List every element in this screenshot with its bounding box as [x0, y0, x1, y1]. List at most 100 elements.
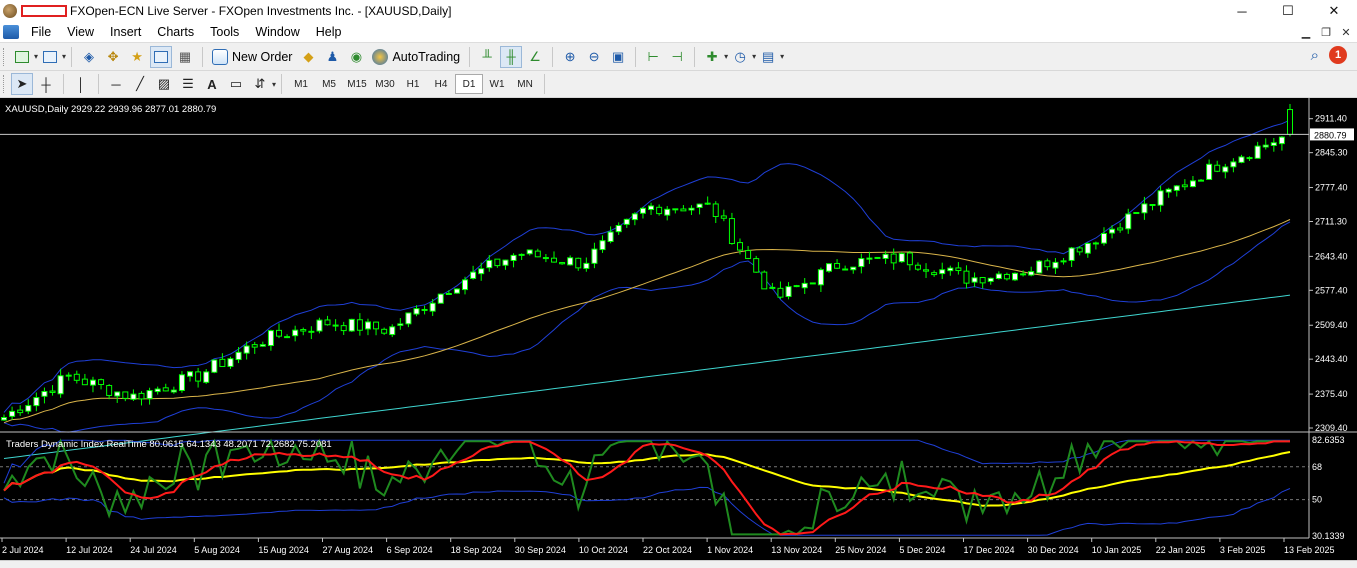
- chart-shift-icon[interactable]: ⊣: [666, 46, 688, 68]
- candle-body: [785, 286, 792, 297]
- market-watch-icon[interactable]: ◈: [78, 46, 100, 68]
- metaeditor-icon[interactable]: ◆: [297, 46, 319, 68]
- new-order-icon: [212, 48, 229, 65]
- chart-window[interactable]: 2880.79 2911.40 2845.30 2777.40 2711.30 2643.…: [0, 98, 1357, 568]
- auto-scroll-icon[interactable]: ⊢: [642, 46, 664, 68]
- menu-view[interactable]: View: [59, 25, 102, 39]
- date-tick-label: 24 Jul 2024: [130, 545, 177, 555]
- date-tick-label: 5 Aug 2024: [194, 545, 240, 555]
- candle-body: [510, 254, 517, 261]
- indicators-dropdown-icon[interactable]: ▾: [724, 52, 728, 61]
- periods-dropdown-icon[interactable]: ▾: [752, 52, 756, 61]
- candle-body: [995, 273, 1002, 279]
- candle-body: [931, 272, 938, 276]
- menu-insert[interactable]: Insert: [102, 25, 149, 39]
- data-window-icon[interactable]: ✥: [102, 46, 124, 68]
- chart-canvas[interactable]: 2880.79 2911.40 2845.30 2777.40 2711.30 2643.…: [0, 98, 1357, 560]
- timeframe-m15[interactable]: M15: [343, 74, 371, 94]
- timeframe-m5[interactable]: M5: [315, 74, 343, 94]
- candle-body: [1246, 157, 1253, 160]
- minimize-button[interactable]: ─: [1219, 0, 1265, 22]
- maximize-button[interactable]: ☐: [1265, 0, 1311, 22]
- indicators-icon[interactable]: ✚: [701, 46, 723, 68]
- arrows-icon[interactable]: ⇵: [249, 73, 271, 95]
- text-tool-icon[interactable]: A: [201, 73, 223, 95]
- menu-window[interactable]: Window: [247, 25, 307, 39]
- candle-body: [405, 312, 412, 325]
- templates-icon[interactable]: ▤: [757, 46, 779, 68]
- market-icon[interactable]: ◉: [345, 46, 367, 68]
- search-icon[interactable]: ⌕: [1311, 47, 1319, 64]
- vertical-line-icon[interactable]: │: [70, 73, 92, 95]
- candle-body: [98, 379, 105, 386]
- profiles-icon[interactable]: [39, 46, 61, 68]
- candle-body: [898, 253, 905, 263]
- equidistant-channel-icon[interactable]: ▨: [153, 73, 175, 95]
- timeframe-m1[interactable]: M1: [287, 74, 315, 94]
- mdi-minimize-icon[interactable]: ▁: [1299, 26, 1313, 39]
- candle-body: [575, 257, 582, 269]
- templates-dropdown-icon[interactable]: ▾: [780, 52, 784, 61]
- candle-body: [1012, 272, 1019, 281]
- horizontal-line-icon[interactable]: ─: [105, 73, 127, 95]
- timeframe-m30[interactable]: M30: [371, 74, 399, 94]
- candle-body: [639, 207, 646, 214]
- mdi-close-icon[interactable]: ✕: [1339, 26, 1353, 39]
- zoom-out-icon[interactable]: ⊖: [583, 46, 605, 68]
- autotrading-icon: [372, 48, 389, 65]
- menu-charts[interactable]: Charts: [149, 25, 202, 39]
- candle-body: [874, 256, 881, 259]
- trendline-icon[interactable]: ╱: [129, 73, 151, 95]
- menu-tools[interactable]: Tools: [202, 25, 247, 39]
- autotrading-button[interactable]: AutoTrading: [368, 48, 464, 65]
- timeframe-h4[interactable]: H4: [427, 74, 455, 94]
- text-label-icon[interactable]: ▭: [225, 73, 247, 95]
- bar-chart-icon[interactable]: ╨: [476, 46, 498, 68]
- indicator-tick-label: 68: [1312, 462, 1322, 472]
- candle-body: [373, 321, 380, 330]
- strategy-tester-icon[interactable]: ▦: [174, 46, 196, 68]
- new-chart-icon[interactable]: [11, 46, 33, 68]
- timeframe-h1[interactable]: H1: [399, 74, 427, 94]
- signals-icon[interactable]: ♟: [321, 46, 343, 68]
- fibonacci-icon[interactable]: ☰: [177, 73, 199, 95]
- candle-body: [1003, 273, 1010, 280]
- new-chart-dropdown-icon[interactable]: ▾: [34, 52, 38, 61]
- menu-file[interactable]: File: [23, 25, 59, 39]
- candle-body: [1052, 261, 1059, 269]
- date-tick-label: 5 Dec 2024: [899, 545, 945, 555]
- mdi-document-icon[interactable]: [3, 25, 19, 39]
- close-button[interactable]: ✕: [1311, 0, 1357, 22]
- tile-windows-icon[interactable]: ▣: [607, 46, 629, 68]
- timeframe-mn[interactable]: MN: [511, 74, 539, 94]
- candle-body: [308, 330, 315, 333]
- price-tick-label: 2711.30: [1315, 217, 1347, 227]
- arrows-dropdown-icon[interactable]: ▾: [272, 80, 276, 89]
- candle-body: [793, 285, 800, 288]
- candle-body: [987, 277, 994, 282]
- candle-body: [842, 268, 849, 271]
- timeframe-d1[interactable]: D1: [455, 74, 484, 94]
- candle-body: [559, 262, 566, 265]
- candlestick-chart-icon[interactable]: ╫: [500, 45, 523, 68]
- candle-body: [680, 208, 687, 212]
- new-order-button[interactable]: New Order: [208, 48, 296, 65]
- crosshair-icon[interactable]: ┼: [35, 73, 57, 95]
- zoom-in-icon[interactable]: ⊕: [559, 46, 581, 68]
- candle-body: [914, 264, 921, 270]
- terminal-icon[interactable]: [150, 45, 173, 68]
- date-tick-label: 12 Jul 2024: [66, 545, 113, 555]
- notification-badge[interactable]: 1: [1329, 46, 1347, 64]
- timeframe-w1[interactable]: W1: [483, 74, 511, 94]
- candle-body: [170, 389, 177, 393]
- cursor-icon[interactable]: ➤: [11, 73, 33, 95]
- line-chart-icon[interactable]: ∠: [524, 46, 546, 68]
- navigator-icon[interactable]: ★: [126, 46, 148, 68]
- candle-body: [518, 253, 525, 256]
- mdi-restore-icon[interactable]: ❐: [1319, 26, 1333, 39]
- profiles-dropdown-icon[interactable]: ▾: [62, 52, 66, 61]
- periods-icon[interactable]: ◷: [729, 46, 751, 68]
- menu-help[interactable]: Help: [308, 25, 350, 39]
- candle-body: [1238, 156, 1245, 163]
- candle-body: [761, 271, 768, 290]
